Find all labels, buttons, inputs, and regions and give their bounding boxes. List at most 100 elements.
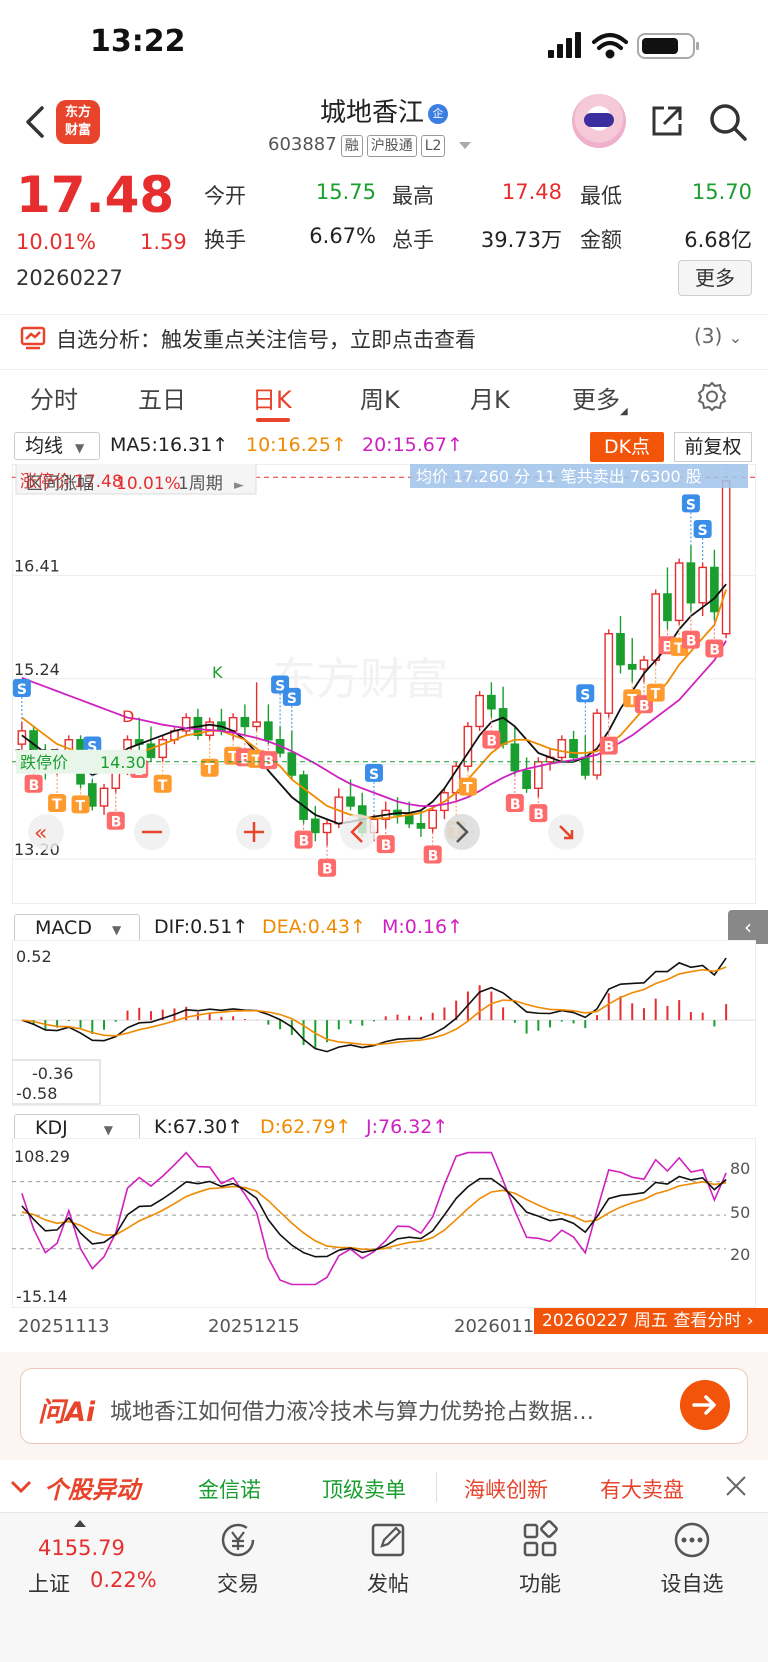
candle-body: [721, 480, 731, 635]
index-value[interactable]: 4155.79: [38, 1536, 125, 1560]
close-icon[interactable]: [724, 1474, 748, 1498]
candle-body: [686, 562, 696, 604]
tab-more[interactable]: 更多◢: [572, 380, 628, 417]
corner-triangle-icon: ◢: [620, 406, 628, 417]
change-percent: 10.01%: [16, 230, 97, 254]
scroll-left-icon[interactable]: «: [28, 814, 64, 850]
index-name[interactable]: 上证: [28, 1568, 70, 1598]
change-value: 1.59: [140, 230, 187, 254]
macd-chart[interactable]: 0.52 -0.36 -0.58: [12, 940, 756, 1106]
macd-bottom-label: -0.58: [16, 1084, 57, 1103]
price-tick-label: 16.41: [14, 556, 60, 575]
marker-letter: T: [76, 798, 86, 814]
functions-grid-icon[interactable]: [520, 1520, 560, 1560]
last-price: 17.48: [16, 166, 175, 224]
ticker-item[interactable]: 金信诺: [198, 1474, 261, 1504]
zoom-in-icon[interactable]: [236, 814, 272, 850]
candle-body: [663, 593, 672, 622]
status-time: 13:22: [90, 24, 186, 59]
collapse-panel-icon[interactable]: ‹: [728, 910, 768, 944]
chevron-right-icon: ›: [746, 1311, 754, 1331]
robot-assistant-icon[interactable]: [572, 94, 626, 148]
tab-weekly-k[interactable]: 周K: [360, 380, 400, 415]
candle-body: [557, 739, 567, 759]
dk-point-button[interactable]: DK点: [590, 432, 664, 462]
candle-body: [522, 769, 531, 790]
kdj-select-label: KDJ: [35, 1117, 68, 1139]
gear-icon[interactable]: [696, 380, 728, 412]
macd-indicator-select[interactable]: MACD ▼: [14, 914, 140, 942]
svg-text:«: «: [34, 821, 47, 846]
send-arrow-icon[interactable]: [680, 1380, 730, 1430]
prev-icon[interactable]: [340, 814, 376, 850]
nav-watchlist[interactable]: 设自选: [652, 1568, 732, 1598]
nav-post[interactable]: 发帖: [348, 1568, 428, 1598]
marker-letter: T: [52, 797, 62, 813]
tab-monthly-k[interactable]: 月K: [470, 380, 510, 415]
expand-icon[interactable]: [548, 814, 584, 850]
share-icon[interactable]: [648, 102, 686, 140]
chevron-down-icon[interactable]: [8, 1474, 34, 1500]
chart-analysis-icon: [20, 326, 46, 350]
macd-top-label: 0.52: [16, 947, 52, 966]
marker-letter: B: [428, 848, 439, 864]
stock-code: 603887: [268, 134, 337, 155]
stock-code-line[interactable]: 603887 融沪股通 L2: [268, 134, 472, 157]
analysis-count[interactable]: (3) ⌄: [694, 324, 742, 348]
dif-label: DIF:0.51↑: [154, 916, 249, 938]
high-value: 17.48: [501, 180, 562, 204]
ticker-item[interactable]: 海峡创新: [464, 1474, 548, 1504]
open-value: 15.75: [315, 180, 376, 204]
post-edit-icon[interactable]: [368, 1520, 408, 1560]
search-icon[interactable]: [708, 102, 748, 142]
low-value: 15.70: [691, 180, 752, 204]
candle-body: [698, 566, 707, 604]
date-label-3: 20260115: [454, 1316, 546, 1337]
candle-body: [428, 809, 438, 829]
date-tooltip-text: 20260227 周五 查看分时: [542, 1311, 742, 1331]
volume-label: 总手: [392, 228, 434, 252]
ma20-label: 20:15.67↑: [362, 434, 463, 456]
zoom-out-icon[interactable]: [134, 814, 170, 850]
status-icons: [548, 32, 699, 59]
d-marker: D: [122, 707, 134, 726]
candle-body: [580, 756, 590, 776]
kline-chart[interactable]: 东方财富 SBTTSBBTTTBTBSSBBSBBTTBBBSBTBTBTBSS…: [12, 464, 756, 904]
marker-letter: B: [686, 634, 697, 650]
stock-name-text: 城地香江: [319, 98, 424, 128]
candle-body: [146, 743, 156, 759]
kdj-bottom-label: -15.14: [16, 1287, 68, 1306]
tab-five-day[interactable]: 五日: [138, 380, 186, 415]
turnover-value: 6.67%: [309, 224, 376, 248]
kdj-80-label: 80: [730, 1159, 750, 1178]
nav-functions[interactable]: 功能: [500, 1568, 580, 1598]
macd-mid-label: -0.36: [32, 1064, 73, 1083]
nav-trade[interactable]: 交易: [198, 1568, 278, 1598]
marker-letter: S: [698, 523, 708, 539]
ma-indicator-select[interactable]: 均线 ▼: [14, 432, 100, 460]
analysis-count-text: (3): [694, 324, 723, 348]
trade-yen-icon[interactable]: [218, 1520, 258, 1560]
kdj-top-label: 108.29: [14, 1147, 70, 1166]
price-tick-label: 15.24: [14, 660, 60, 679]
ticker-item[interactable]: 有大卖盘: [600, 1474, 684, 1504]
index-percent[interactable]: 0.22%: [90, 1568, 157, 1592]
candle-body: [627, 663, 637, 670]
marker-letter: S: [369, 767, 379, 783]
ticker-item[interactable]: 顶级卖单: [322, 1474, 406, 1504]
adjust-price-button[interactable]: 前复权: [674, 432, 752, 462]
candle-body: [322, 822, 332, 834]
more-quote-button[interactable]: 更多: [678, 260, 752, 296]
next-icon[interactable]: [444, 814, 480, 850]
date-label-2: 20251215: [208, 1316, 300, 1337]
candle-body: [228, 716, 238, 732]
tab-daily-k[interactable]: 日K: [252, 380, 292, 415]
ai-question-text[interactable]: 城地香江如何借力液冷技术与算力优势抢占数据…: [110, 1394, 670, 1426]
date-tooltip[interactable]: 20260227 周五 查看分时 ›: [534, 1308, 768, 1334]
tab-intraday[interactable]: 分时: [30, 380, 78, 415]
low-label: 最低: [580, 184, 622, 208]
kdj-chart[interactable]: 108.29 -15.14 80 50 20: [12, 1138, 756, 1308]
marker-letter: S: [580, 687, 590, 703]
more-dots-icon[interactable]: [672, 1520, 712, 1560]
d-label: D:62.79↑: [260, 1116, 352, 1138]
